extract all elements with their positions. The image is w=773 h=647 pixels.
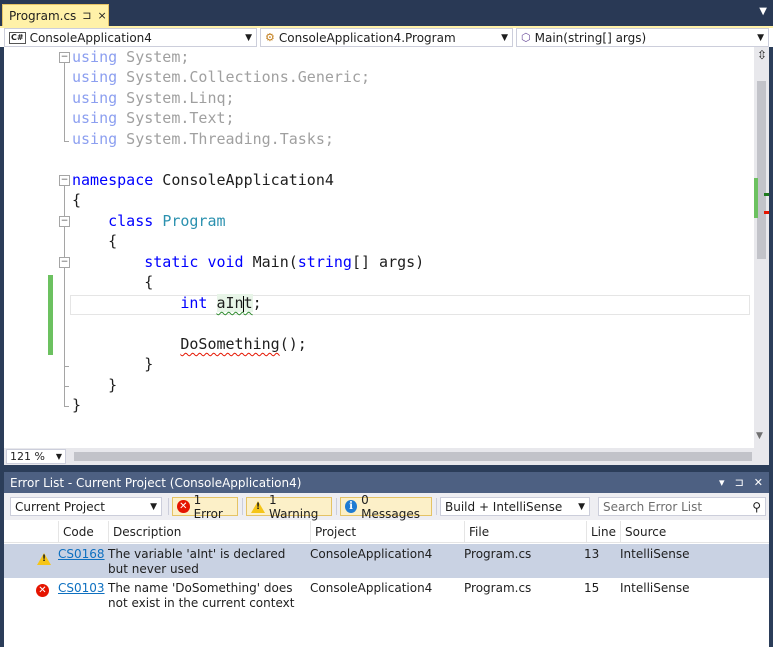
column-project[interactable]: Project [310, 521, 464, 543]
code-line: using System.Linq; [72, 89, 235, 107]
chevron-down-icon: ▼ [501, 32, 508, 43]
warning-icon [37, 553, 51, 565]
error-list-toolbar: Current Project ▼ ✕ 1 Error 1 Warning i … [4, 493, 769, 521]
error-description: The variable 'aInt' is declared but neve… [108, 547, 286, 576]
member-dropdown[interactable]: ⬡ Main(string[] args) ▼ [516, 28, 769, 47]
table-row[interactable]: ✕ CS0103 The name 'DoSomething' does not… [4, 578, 769, 612]
class-icon: ⚙ [265, 31, 275, 44]
scroll-down-icon[interactable]: ▼ [756, 431, 763, 441]
scrollbar-change-marker [754, 178, 758, 218]
method-icon: ⬡ [521, 31, 531, 44]
pin-icon[interactable]: ⊐ [82, 9, 91, 22]
split-window-icon[interactable]: ⇳ [756, 49, 768, 61]
chevron-down-icon: ▼ [757, 32, 764, 43]
error-line: 15 [584, 581, 600, 595]
error-description: The name 'DoSomething' does not exist in… [108, 581, 295, 610]
code-line: DoSomething(); [180, 335, 307, 353]
column-code[interactable]: Code [58, 521, 108, 543]
close-icon[interactable]: × [98, 9, 107, 22]
chevron-down-icon: ▼ [245, 32, 252, 43]
messages-filter-button[interactable]: i 0 Messages [340, 493, 432, 521]
error-code-link[interactable]: CS0168 [58, 547, 105, 561]
horizontal-scroll-thumb[interactable] [74, 452, 752, 461]
error-project: ConsoleApplication4 [310, 547, 433, 561]
error-list-panel: Error List - Current Project (ConsoleApp… [4, 472, 769, 647]
search-icon: ⚲ [752, 499, 761, 514]
project-dropdown[interactable]: C# ConsoleApplication4 ▼ [4, 28, 257, 47]
zoom-level: 121 % [10, 450, 45, 463]
chevron-down-icon: ▼ [578, 501, 585, 512]
type-name: ConsoleApplication4.Program [278, 30, 456, 45]
chevron-down-icon[interactable]: ▼ [759, 6, 767, 17]
column-file[interactable]: File [464, 521, 586, 543]
code-line: { [72, 191, 82, 209]
error-list-title: Error List - Current Project (ConsoleApp… [10, 475, 302, 490]
collapse-icon[interactable]: − [59, 216, 70, 227]
code-line: using System; [72, 48, 190, 66]
scrollbar-warning-marker [764, 193, 769, 196]
code-line: static void Main(string[] args) [144, 253, 425, 271]
zoom-scroll-bar: 121 % ▼ [4, 448, 769, 465]
error-source: IntelliSense [620, 547, 690, 561]
info-icon: i [345, 500, 358, 513]
error-source: IntelliSense [620, 581, 690, 595]
warnings-filter-button[interactable]: 1 Warning [246, 493, 332, 521]
error-file: Program.cs [464, 547, 532, 561]
member-name: Main(string[] args) [534, 30, 647, 45]
code-line: { [108, 232, 118, 250]
column-source[interactable]: Source [620, 521, 769, 543]
error-project: ConsoleApplication4 [310, 581, 433, 595]
error-icon: ✕ [36, 584, 49, 597]
navigation-bar: C# ConsoleApplication4 ▼ ⚙ ConsoleApplic… [0, 26, 773, 47]
chevron-down-icon: ▼ [150, 501, 157, 512]
code-editor[interactable]: − − − − using System; using System.Colle… [4, 47, 769, 448]
error-file: Program.cs [464, 581, 532, 595]
tab-label: Program.cs [9, 8, 77, 23]
error-list-title-bar: Error List - Current Project (ConsoleApp… [4, 472, 769, 493]
code-line: } [72, 396, 82, 414]
code-line: { [144, 273, 154, 291]
dropdown-icon[interactable]: ▾ [719, 476, 725, 489]
errors-filter-button[interactable]: ✕ 1 Error [172, 493, 238, 521]
code-line: using System.Threading.Tasks; [72, 130, 334, 148]
column-line[interactable]: Line [586, 521, 620, 543]
csharp-project-icon: C# [9, 31, 26, 44]
warning-icon [251, 500, 265, 513]
code-line: } [108, 376, 118, 394]
project-name: ConsoleApplication4 [29, 30, 152, 45]
table-row[interactable]: CS0168 The variable 'aInt' is declared b… [4, 544, 769, 578]
error-list-header: Code Description Project File Line Sourc… [4, 521, 769, 543]
scope-dropdown[interactable]: Current Project ▼ [10, 497, 162, 516]
code-line: int aInt; [180, 294, 262, 312]
code-line: } [144, 355, 154, 373]
code-line: using System.Collections.Generic; [72, 68, 371, 86]
close-icon[interactable]: ✕ [754, 476, 763, 489]
collapse-icon[interactable]: − [59, 175, 70, 186]
error-code-link[interactable]: CS0103 [58, 581, 105, 595]
zoom-dropdown[interactable]: 121 % ▼ [6, 449, 66, 464]
pin-icon[interactable]: ⊐ [735, 476, 744, 489]
code-line: using System.Text; [72, 109, 235, 127]
scrollbar-error-marker [764, 211, 769, 214]
error-icon: ✕ [177, 500, 190, 513]
collapse-icon[interactable]: − [59, 52, 70, 63]
error-line: 13 [584, 547, 600, 561]
tab-program-cs[interactable]: Program.cs ⊐ × [2, 4, 109, 26]
collapse-icon[interactable]: − [59, 257, 70, 268]
code-line: namespace ConsoleApplication4 [72, 171, 334, 189]
search-error-list-input[interactable]: Search Error List ⚲ [598, 497, 766, 516]
vertical-scroll-thumb[interactable] [757, 81, 766, 259]
document-tab-strip: Program.cs ⊐ × ▼ [0, 0, 773, 26]
column-description[interactable]: Description [108, 521, 310, 543]
build-filter-dropdown[interactable]: Build + IntelliSense ▼ [440, 497, 590, 516]
error-squiggle: DoSomething [180, 335, 280, 353]
code-line: class Program [108, 212, 226, 230]
warning-squiggle: aInt [216, 294, 253, 312]
code-text[interactable]: − − − − using System; using System.Colle… [4, 47, 754, 448]
chevron-down-icon: ▼ [55, 452, 62, 461]
type-dropdown[interactable]: ⚙ ConsoleApplication4.Program ▼ [260, 28, 513, 47]
